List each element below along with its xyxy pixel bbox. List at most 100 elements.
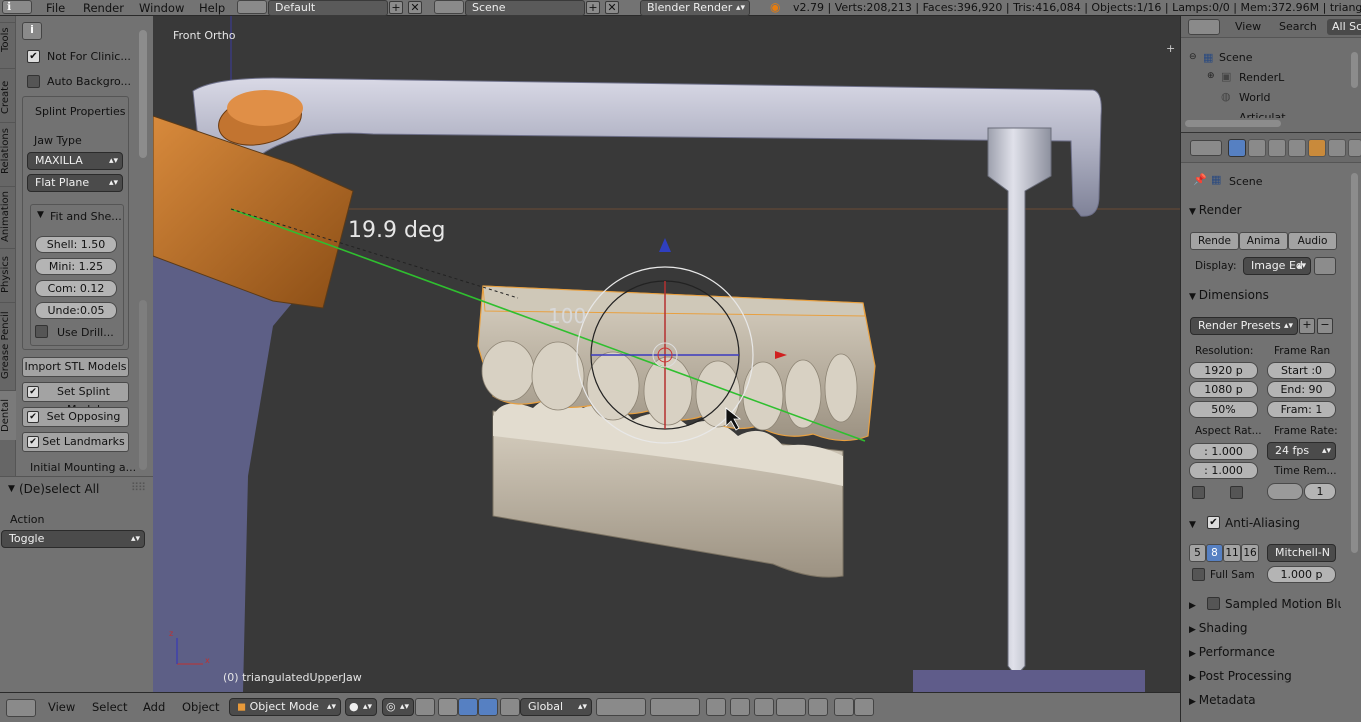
frame-step-field[interactable]: Fram: 1 xyxy=(1267,401,1336,418)
constraints-tab-icon[interactable] xyxy=(1328,139,1346,157)
snap-element-icon[interactable] xyxy=(776,698,806,716)
add-layout-button[interactable]: + xyxy=(389,1,403,14)
menu-window[interactable]: Window xyxy=(139,1,184,15)
crop-checkbox[interactable] xyxy=(1230,486,1243,499)
remove-layout-button[interactable]: ✕ xyxy=(408,1,422,14)
render-section-header[interactable]: ▼ Render xyxy=(1189,203,1242,217)
aspect-x-field[interactable]: : 1.000 xyxy=(1189,443,1258,460)
world-tab-icon[interactable] xyxy=(1288,139,1306,157)
object-tab-icon[interactable] xyxy=(1308,139,1326,157)
editor-type-icon[interactable] xyxy=(6,699,36,717)
properties-scrollbar[interactable] xyxy=(1351,173,1358,553)
menu-help[interactable]: Help xyxy=(199,1,225,15)
scene-field[interactable]: Scene xyxy=(465,0,585,16)
mode-select[interactable]: ◼ Object Mode ▴▾ xyxy=(229,698,341,716)
outliner-v-scrollbar[interactable] xyxy=(1351,52,1358,88)
outliner-editor-icon[interactable] xyxy=(1188,19,1220,35)
triangle-down-icon[interactable]: ▼ xyxy=(37,210,44,220)
frame-end-field[interactable]: End: 90 xyxy=(1267,381,1336,398)
manipulator-toggle-icon[interactable] xyxy=(415,698,435,716)
scale-manipulator-icon[interactable] xyxy=(478,698,498,716)
menu-view[interactable]: View xyxy=(48,700,75,714)
tab-relations[interactable]: Relations xyxy=(0,122,16,180)
post-processing-section-header[interactable]: ▶ Post Processing xyxy=(1189,669,1292,683)
drag-handle-icon[interactable]: ⠿⠿ xyxy=(131,481,146,494)
menu-object[interactable]: Object xyxy=(182,700,219,714)
tab-grease-pencil[interactable]: Grease Pencil xyxy=(0,302,16,388)
remove-preset-button[interactable]: − xyxy=(1317,318,1333,334)
jaw-type-select[interactable]: MAXILLA ▴▾ xyxy=(27,152,123,170)
tab-animation[interactable]: Animation xyxy=(0,186,16,246)
remove-scene-button[interactable]: ✕ xyxy=(605,1,619,14)
mini-field[interactable]: Mini: 1.25 xyxy=(35,258,117,275)
not-for-clinical-checkbox[interactable]: ✔ xyxy=(27,50,40,63)
render-engine-select[interactable]: Blender Render ▴▾ xyxy=(640,0,750,16)
info-icon[interactable]: i xyxy=(22,22,42,40)
outliner-item-renderlayers[interactable]: RenderL xyxy=(1239,71,1284,84)
time-remap-old-field[interactable] xyxy=(1267,483,1303,500)
full-sample-checkbox[interactable] xyxy=(1192,568,1205,581)
info-editor-icon[interactable]: ℹ xyxy=(2,0,32,14)
action-select[interactable]: Toggle ▴▾ xyxy=(1,530,145,548)
properties-editor-icon[interactable] xyxy=(1190,140,1222,156)
snap-target-icon[interactable] xyxy=(808,698,828,716)
motion-blur-checkbox[interactable] xyxy=(1207,597,1220,610)
set-landmarks-button[interactable]: ✔ Set Landmarks xyxy=(22,432,129,452)
border-checkbox[interactable] xyxy=(1192,486,1205,499)
render-layers-tab-icon[interactable] xyxy=(1248,139,1266,157)
resolution-percent-field[interactable]: 50% xyxy=(1189,401,1258,418)
menu-file[interactable]: File xyxy=(46,1,65,15)
resolution-y-field[interactable]: 1080 p xyxy=(1189,381,1258,398)
set-opposing-button[interactable]: ✔ Set Opposing xyxy=(22,407,129,427)
add-preset-button[interactable]: + xyxy=(1299,318,1315,334)
render-button[interactable]: Rende xyxy=(1190,232,1239,250)
layer-lock-icon[interactable] xyxy=(706,698,726,716)
opengl-render-icon[interactable] xyxy=(834,698,854,716)
expand-icon[interactable]: ⊕ xyxy=(1207,71,1215,81)
auto-background-checkbox[interactable] xyxy=(27,75,40,88)
outliner-menu-search[interactable]: Search xyxy=(1279,20,1317,33)
scene-tab-icon[interactable] xyxy=(1268,139,1286,157)
aa-samples-11[interactable]: 11 xyxy=(1223,544,1241,562)
outliner-filter-select[interactable]: All Sc xyxy=(1327,19,1361,35)
set-splint-model-button[interactable]: ✔ Set Splint Model xyxy=(22,382,129,416)
lock-interface-icon[interactable] xyxy=(1314,257,1336,275)
metadata-section-header[interactable]: ▶ Metadata xyxy=(1189,693,1256,707)
outliner-item-scene[interactable]: Scene xyxy=(1219,51,1253,64)
display-select[interactable]: Image Ed ▴▾ xyxy=(1243,257,1311,275)
aa-samples-16[interactable]: 16 xyxy=(1241,544,1259,562)
triangle-down-icon[interactable]: ▼ xyxy=(8,484,15,494)
modifiers-tab-icon[interactable] xyxy=(1348,139,1361,157)
tab-tools[interactable]: Tools xyxy=(0,22,16,56)
shell-field[interactable]: Shell: 1.50 xyxy=(35,236,117,253)
menu-add[interactable]: Add xyxy=(143,700,165,714)
aa-filter-select[interactable]: Mitchell-N xyxy=(1267,544,1336,562)
snap-toggle-icon[interactable] xyxy=(754,698,774,716)
render-tab-icon[interactable] xyxy=(1228,139,1246,157)
frame-rate-select[interactable]: 24 fps ▴▾ xyxy=(1267,442,1336,460)
collapse-icon[interactable]: ⊖ xyxy=(1189,52,1197,62)
animation-button[interactable]: Anima xyxy=(1239,232,1288,250)
menu-select[interactable]: Select xyxy=(92,700,127,714)
anti-aliasing-checkbox[interactable]: ✔ xyxy=(1207,516,1220,529)
performance-section-header[interactable]: ▶ Performance xyxy=(1189,645,1275,659)
add-scene-button[interactable]: + xyxy=(586,1,600,14)
sampled-motion-blur-section-header[interactable]: ▶ xyxy=(1189,597,1196,611)
translate-manipulator-icon[interactable] xyxy=(438,698,458,716)
time-remap-new-field[interactable]: 1 xyxy=(1304,483,1336,500)
resolution-x-field[interactable]: 1920 p xyxy=(1189,362,1258,379)
anti-aliasing-section-header[interactable]: ▼ xyxy=(1189,516,1196,530)
scene-layers-2[interactable] xyxy=(650,698,700,716)
tool-shelf-scrollbar[interactable] xyxy=(139,30,147,158)
scene-layers-1[interactable] xyxy=(596,698,646,716)
aa-samples-5[interactable]: 5 xyxy=(1189,544,1206,562)
outliner-item-world[interactable]: World xyxy=(1239,91,1271,104)
use-drill-checkbox[interactable] xyxy=(35,325,48,338)
orientation-icon[interactable] xyxy=(500,698,520,716)
transform-orientation-select[interactable]: Global ▴▾ xyxy=(520,698,592,716)
screen-layout-field[interactable]: Default xyxy=(268,0,388,16)
shading-section-header[interactable]: ▶ Shading xyxy=(1189,621,1248,635)
screen-layout-icon[interactable] xyxy=(237,0,267,14)
outliner-menu-view[interactable]: View xyxy=(1235,20,1261,33)
aspect-y-field[interactable]: : 1.000 xyxy=(1189,462,1258,479)
